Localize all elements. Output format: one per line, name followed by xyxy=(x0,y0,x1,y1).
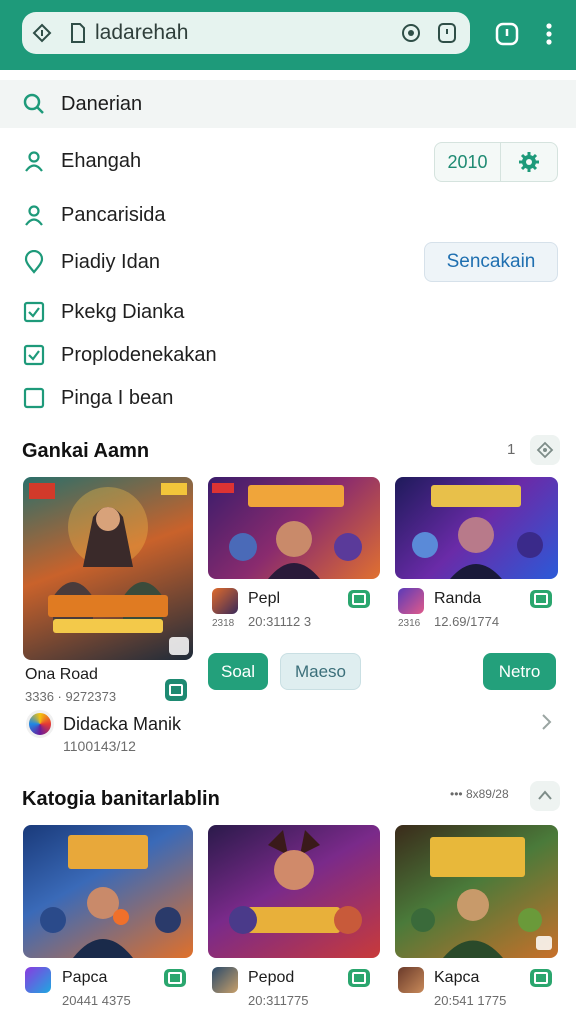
filter-row-6[interactable]: Pinga I bean xyxy=(0,378,576,418)
shield-alert-icon[interactable] xyxy=(493,20,521,48)
game-num: 20441 4375 xyxy=(62,993,131,1008)
filter-label: Proplodenekakan xyxy=(61,343,217,366)
search-button[interactable]: Sencakain xyxy=(424,242,558,282)
address-bar[interactable]: ladarehah xyxy=(22,12,470,54)
developer-name[interactable]: Didacka Manik xyxy=(63,714,181,735)
filter-label: Pancarisida xyxy=(61,203,166,226)
developer-avatar xyxy=(26,710,54,738)
game-num: 20:541 1775 xyxy=(434,993,507,1008)
controller-icon xyxy=(348,590,370,608)
game-name[interactable]: Kapca xyxy=(434,969,479,987)
filter-label: Piadiy Idan xyxy=(61,250,160,273)
soal-button[interactable]: Soal xyxy=(208,653,268,690)
search-icon xyxy=(22,92,46,121)
game-num: 20:31112 3 xyxy=(248,614,312,629)
year-chip[interactable]: 2010 xyxy=(434,142,558,182)
filter-row-2[interactable]: Pancarisida xyxy=(0,195,576,235)
controller-icon xyxy=(530,969,552,987)
game-num: 12.69/1774 xyxy=(434,614,500,629)
featured-game-image[interactable] xyxy=(23,477,193,660)
featured-game-name[interactable]: Ona Road xyxy=(25,666,98,684)
controller-icon xyxy=(165,679,187,701)
checkbox-empty-icon[interactable] xyxy=(22,386,46,410)
more-vert-icon[interactable] xyxy=(535,20,563,48)
filter-row-4[interactable]: Pkekg Dianka xyxy=(0,292,576,332)
search-label: Danerian xyxy=(61,92,143,115)
game-name[interactable]: Pepl xyxy=(248,590,280,608)
chevron-up-icon[interactable] xyxy=(530,781,560,811)
location-pin-icon xyxy=(22,250,46,274)
game-name[interactable]: Pepod xyxy=(248,969,294,987)
game-thumb xyxy=(212,967,238,993)
filter-label: Pkekg Dianka xyxy=(61,300,185,323)
game-image-6[interactable] xyxy=(395,825,558,958)
year-value: 2010 xyxy=(435,143,501,181)
checkbox-checked-icon[interactable] xyxy=(22,343,46,367)
section-more-text: ••• 8x89/28 xyxy=(450,787,509,801)
camera-lens-icon[interactable] xyxy=(398,20,424,46)
section-count: 1 xyxy=(507,441,516,458)
diamond-nav-icon[interactable] xyxy=(29,20,55,46)
game-thumb xyxy=(398,588,424,614)
netro-button[interactable]: Netro xyxy=(483,653,556,690)
maeso-button[interactable]: Maeso xyxy=(280,653,361,690)
filter-label: Pinga I bean xyxy=(61,386,174,409)
game-thumb xyxy=(398,967,424,993)
url-text[interactable]: ladarehah xyxy=(95,21,398,45)
game-thumb xyxy=(25,967,51,993)
game-name[interactable]: Randa xyxy=(434,590,481,608)
game-image-2[interactable] xyxy=(208,477,380,579)
game-small-num: 2316 xyxy=(398,618,421,629)
section-title: Gankai Aamn xyxy=(22,440,150,462)
person-icon xyxy=(22,149,46,173)
tag-icon[interactable] xyxy=(530,435,560,465)
controller-icon xyxy=(530,590,552,608)
featured-game-num: 3336 · 9272373 xyxy=(25,689,117,704)
game-image-3[interactable] xyxy=(395,477,558,579)
game-image-4[interactable] xyxy=(23,825,193,958)
game-name[interactable]: Papca xyxy=(62,969,107,987)
person-icon xyxy=(22,203,46,227)
developer-num: 1100143/12 xyxy=(63,738,136,754)
page-icon xyxy=(65,20,91,46)
browser-toolbar: ladarehah xyxy=(0,0,576,70)
checkbox-checked-icon[interactable] xyxy=(22,300,46,324)
gear-icon[interactable] xyxy=(501,143,557,181)
filter-label: Ehangah xyxy=(61,149,142,172)
controller-icon xyxy=(164,969,186,987)
controller-icon xyxy=(348,969,370,987)
search-row[interactable]: Danerian xyxy=(0,80,576,128)
filter-row-5[interactable]: Proplodenekakan xyxy=(0,335,576,375)
game-image-5[interactable] xyxy=(208,825,380,958)
tab-switcher-icon[interactable] xyxy=(434,20,460,46)
chevron-right-icon[interactable] xyxy=(538,712,554,737)
section-title: Katogia banitarlablin xyxy=(22,788,220,810)
game-thumb xyxy=(212,588,238,614)
game-num: 20:311775 xyxy=(248,993,309,1008)
game-small-num: 2318 xyxy=(212,618,235,629)
